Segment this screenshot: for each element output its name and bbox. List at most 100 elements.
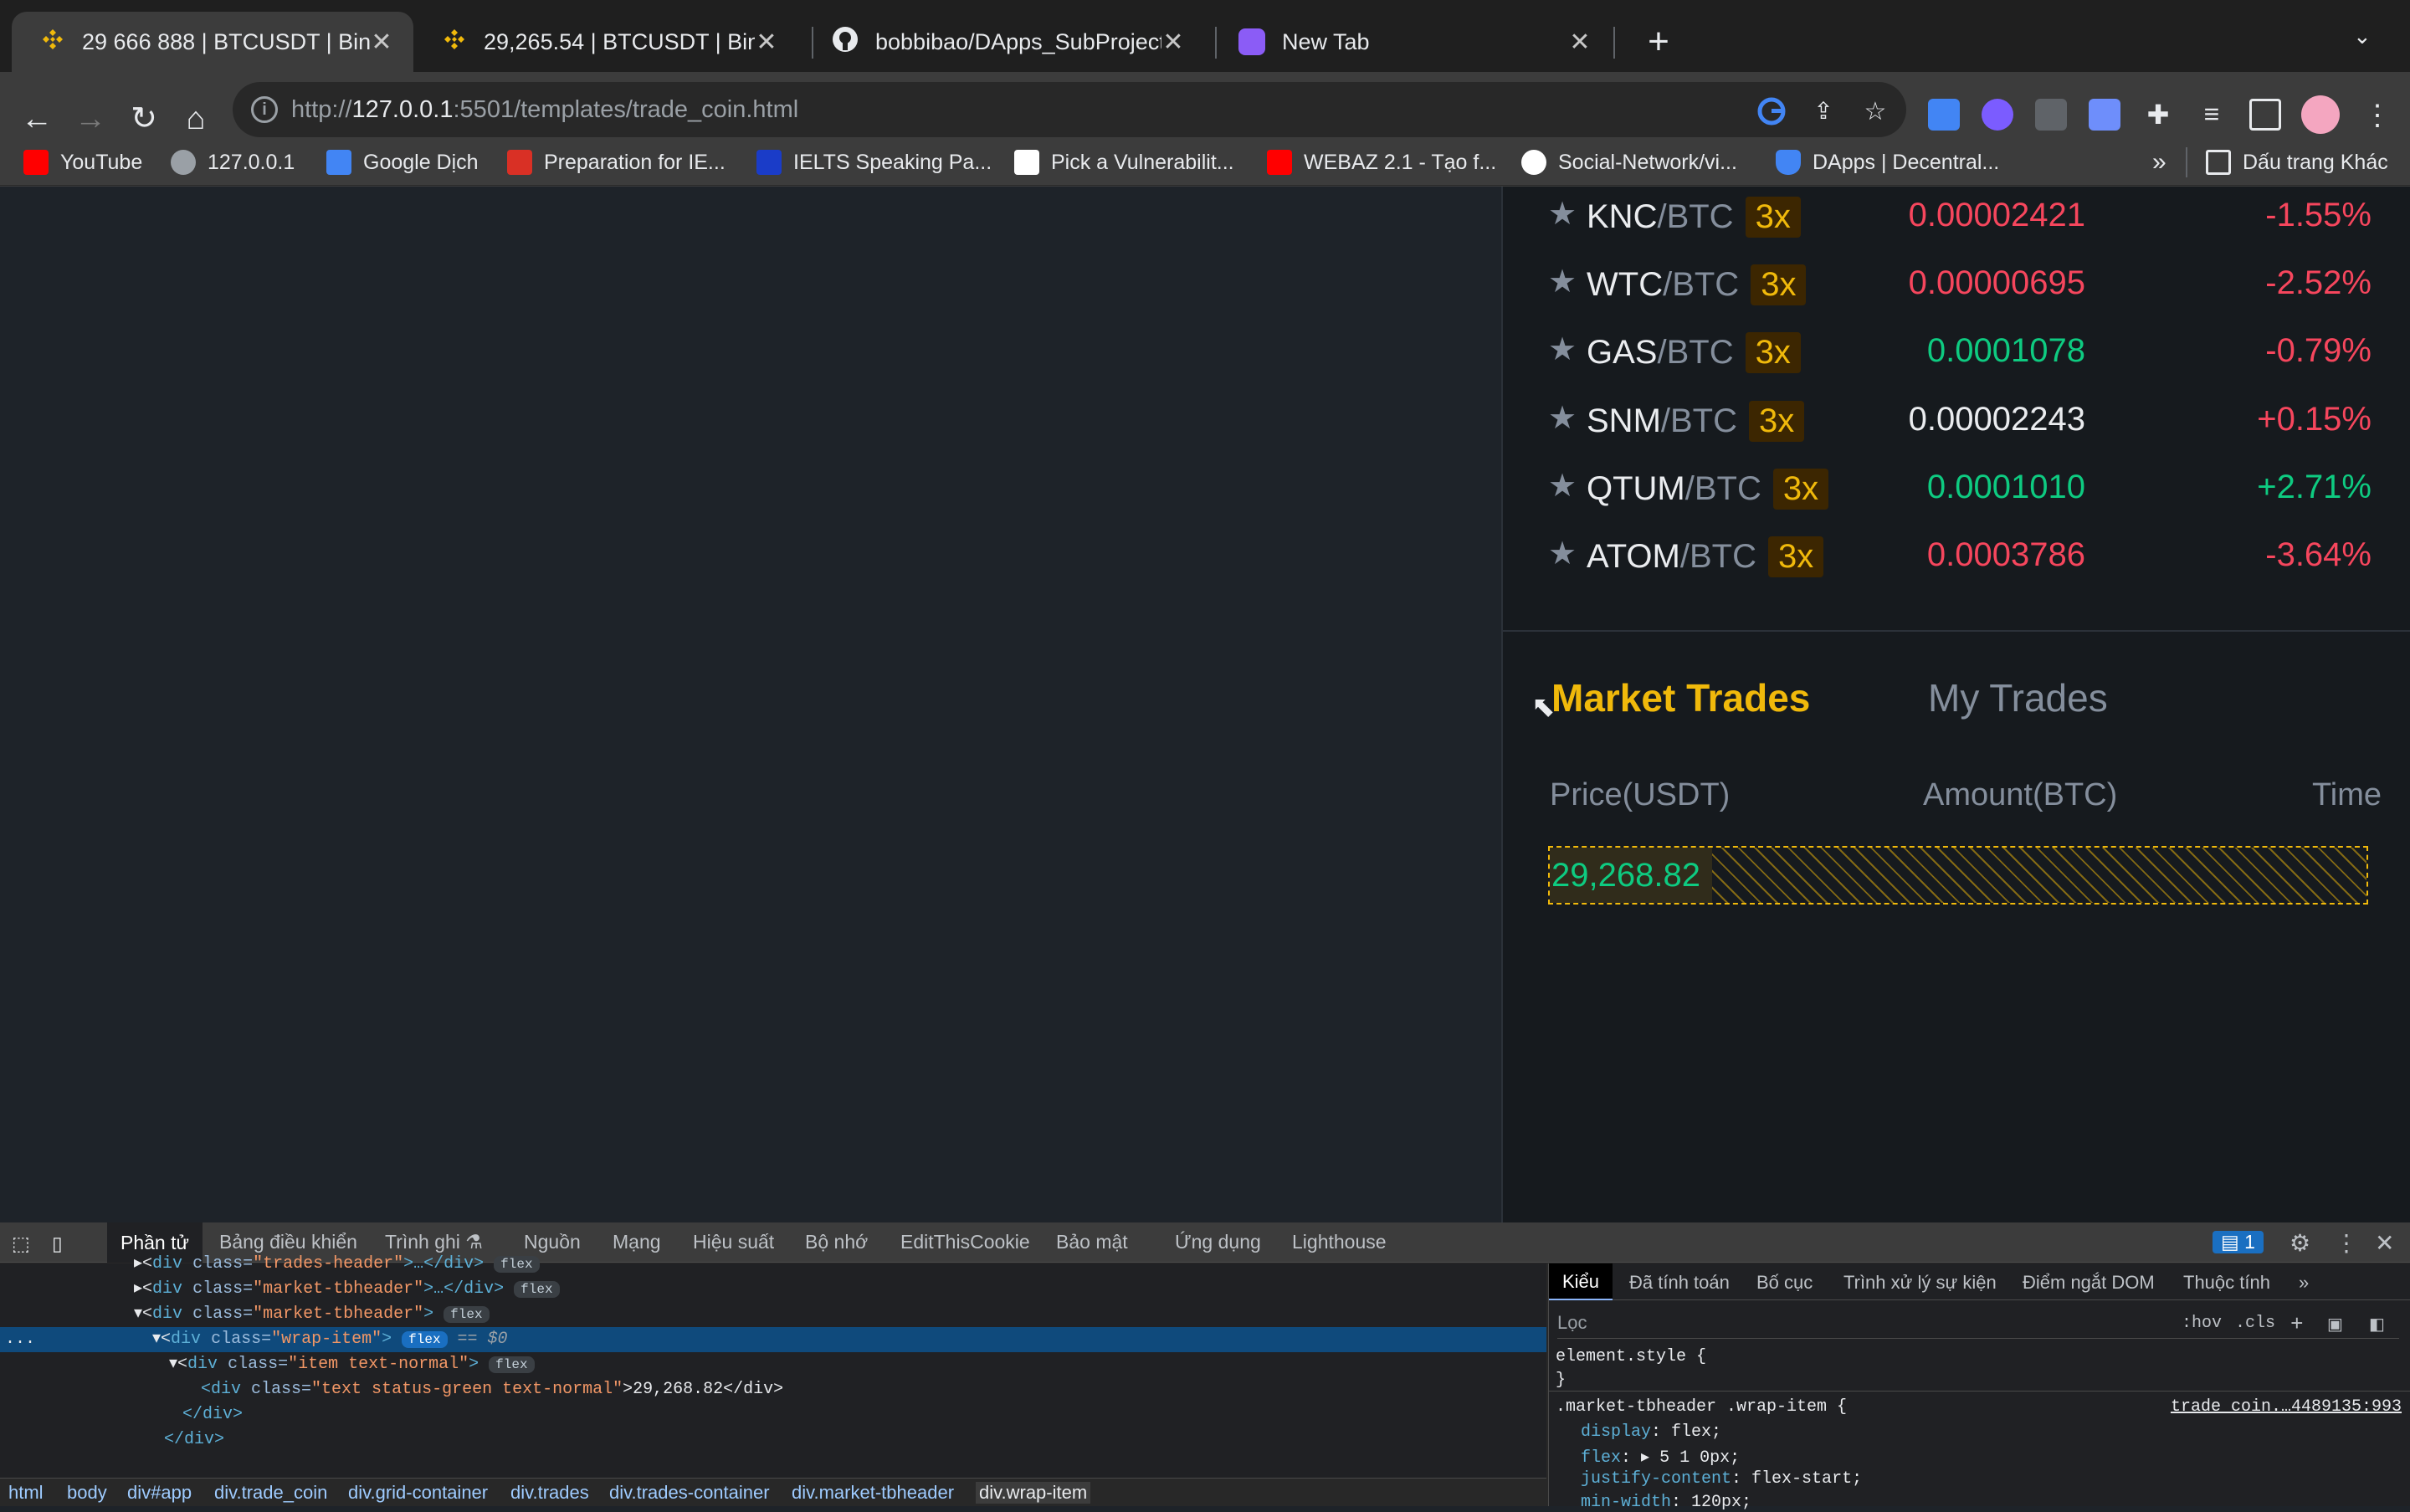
breadcrumb-item[interactable]: div.grid-container — [348, 1482, 488, 1504]
market-row[interactable]: ★ GAS/BTC 3x 0.0001078 -0.79% — [1548, 322, 2385, 381]
google-icon[interactable] — [1757, 97, 1786, 126]
devtools-tab-performance[interactable]: Hiệu suất — [693, 1231, 774, 1253]
styles-tab-computed[interactable]: Đã tính toán — [1629, 1272, 1730, 1294]
devtools-tab-application[interactable]: Ứng dụng — [1175, 1231, 1261, 1253]
close-tab-icon[interactable]: ✕ — [370, 28, 393, 57]
breadcrumb-item[interactable]: html — [8, 1482, 44, 1504]
issues-badge[interactable]: ▤ 1 — [2213, 1231, 2264, 1253]
css-declaration[interactable]: min-width: 120px; — [1581, 1493, 1751, 1512]
extensions-puzzle-icon[interactable]: ✚ — [2142, 99, 2174, 131]
bookmark-social-network[interactable]: Social-Network/vi... — [1521, 147, 1737, 177]
devtools-tab-memory[interactable]: Bộ nhớ — [805, 1231, 868, 1253]
rule-source-link[interactable]: trade_coin.…4489135:993 — [2171, 1397, 2402, 1417]
devtools-tab-recorder[interactable]: Trình ghi ⚗ — [385, 1231, 483, 1253]
tab-binance-2[interactable]: 29,265.54 | BTCUSDT | Binan ✕ — [413, 12, 798, 72]
devtools-menu-icon[interactable]: ⋮ — [2335, 1229, 2358, 1257]
dom-node[interactable]: ▾<div class="market-tbheader"> flex — [134, 1302, 490, 1327]
paint-icon[interactable]: ▣ — [2327, 1314, 2343, 1335]
class-toggle[interactable]: .cls — [2235, 1314, 2275, 1333]
new-tab-button[interactable]: + — [1635, 18, 1682, 65]
home-button[interactable]: ⌂ — [172, 95, 219, 142]
settings-gear-icon[interactable]: ⚙ — [2290, 1229, 2310, 1257]
market-row[interactable]: ★ WTC/BTC 3x 0.00000695 -2.52% — [1548, 254, 2385, 313]
market-row[interactable]: ★ KNC/BTC 3x 0.00002421 -1.55% — [1548, 187, 2385, 245]
media-control-icon[interactable]: ≡ — [2196, 99, 2228, 131]
tab-my-trades[interactable]: My Trades — [1928, 675, 2108, 720]
breadcrumb-item[interactable]: div.trade_coin — [214, 1482, 327, 1504]
tab-market-trades[interactable]: Market Trades — [1551, 675, 1810, 720]
bookmark-star-icon[interactable]: ☆ — [1861, 97, 1890, 126]
bookmark-webaz[interactable]: WEBAZ 2.1 - Tạo f... — [1267, 147, 1496, 177]
bookmarks-overflow-button[interactable]: » — [2152, 147, 2166, 177]
rule-selector[interactable]: .market-tbheader .wrap-item { — [1556, 1397, 1847, 1417]
bookmark-localhost[interactable]: 127.0.0.1 — [171, 147, 295, 177]
star-icon[interactable]: ★ — [1548, 399, 1577, 437]
star-icon[interactable]: ★ — [1548, 535, 1577, 572]
back-button[interactable]: ← — [13, 95, 60, 142]
dom-node[interactable]: ▾<div class="item text-normal"> flex — [169, 1352, 535, 1377]
devtools-tab-console[interactable]: Bảng điều khiển — [219, 1231, 357, 1253]
device-toolbar-icon[interactable]: ▯ — [52, 1233, 63, 1255]
dom-node[interactable]: <div class="text status-green text-norma… — [201, 1377, 783, 1402]
market-row[interactable]: ★ ATOM/BTC 3x 0.0003786 -3.64% — [1548, 526, 2385, 585]
other-bookmarks-folder[interactable]: Dấu trang Khác — [2206, 147, 2388, 177]
tab-github[interactable]: bobbibao/DApps_SubProject ✕ — [803, 12, 1205, 72]
close-devtools-icon[interactable]: ✕ — [2375, 1229, 2394, 1257]
breadcrumb-item[interactable]: body — [67, 1482, 107, 1504]
extension-tools-icon[interactable] — [2089, 99, 2120, 131]
tab-new-tab[interactable]: New Tab ✕ — [1210, 12, 1612, 72]
close-tab-icon[interactable]: ✕ — [1161, 28, 1185, 57]
side-panel-icon[interactable] — [2249, 99, 2281, 131]
styles-tab-layout[interactable]: Bố cục — [1756, 1272, 1813, 1294]
styles-tab-dom-breakpoints[interactable]: Điểm ngắt DOM — [2023, 1272, 2155, 1294]
breadcrumb-item[interactable]: div.market-tbheader — [792, 1482, 954, 1504]
tab-binance-1[interactable]: 29 666 888 | BTCUSDT | Binan ✕ — [12, 12, 413, 72]
star-icon[interactable]: ★ — [1548, 467, 1577, 505]
bookmark-youtube[interactable]: YouTube — [23, 147, 142, 177]
extension-face-icon[interactable] — [1982, 99, 2013, 131]
star-icon[interactable]: ★ — [1548, 195, 1577, 233]
devtools-tab-lighthouse[interactable]: Lighthouse — [1292, 1231, 1387, 1253]
address-bar[interactable]: i http://127.0.0.1:5501/templates/trade_… — [233, 82, 1906, 137]
menu-kebab-icon[interactable]: ⋮ — [2361, 99, 2393, 131]
css-declaration[interactable]: justify-content: flex-start; — [1581, 1469, 1862, 1489]
forward-button[interactable]: → — [67, 95, 114, 142]
hover-state-toggle[interactable]: :hov — [2182, 1314, 2222, 1333]
dom-node-selected[interactable]: ... ▾<div class="wrap-item"> flex == $0 — [0, 1327, 1546, 1352]
dom-node[interactable]: ▸<div class="trades-header">…</div> flex — [134, 1252, 540, 1277]
dom-node[interactable]: ▸<div class="market-tbheader">…</div> fl… — [134, 1277, 560, 1302]
styles-tab-event-listeners[interactable]: Trình xử lý sự kiện — [1843, 1272, 1997, 1294]
breadcrumb-item[interactable]: div#app — [127, 1482, 192, 1504]
css-declaration[interactable]: flex: ▸ 5 1 0px; — [1581, 1446, 1740, 1468]
dom-node[interactable]: </div> — [164, 1427, 224, 1453]
share-icon[interactable]: ⇪ — [1809, 97, 1838, 126]
market-row[interactable]: ★ QTUM/BTC 3x 0.0001010 +2.71% — [1548, 459, 2385, 517]
translate-extension-icon[interactable] — [1928, 99, 1960, 131]
breadcrumb-item-active[interactable]: div.wrap-item — [976, 1482, 1091, 1504]
dom-node[interactable]: </div> — [182, 1402, 243, 1427]
breadcrumb-item[interactable]: div.trades-container — [609, 1482, 770, 1504]
reload-button[interactable]: ↻ — [120, 95, 167, 142]
site-info-icon[interactable]: i — [251, 96, 278, 123]
devtools-tab-sources[interactable]: Nguồn — [524, 1231, 581, 1253]
new-rule-button[interactable]: + — [2290, 1312, 2304, 1337]
bookmark-ielts-prep[interactable]: Preparation for IE... — [507, 147, 726, 177]
styles-more-icon[interactable]: » — [2299, 1272, 2309, 1294]
styles-tab-styles[interactable]: Kiểu — [1549, 1263, 1613, 1300]
extension-text-icon[interactable] — [2035, 99, 2067, 131]
star-icon[interactable]: ★ — [1548, 331, 1577, 368]
bookmark-dapps[interactable]: DApps | Decentral... — [1776, 147, 1999, 177]
tab-search-icon[interactable]: ⌄ — [2353, 23, 2372, 49]
bookmark-vulnerability[interactable]: Pick a Vulnerabilit... — [1014, 147, 1234, 177]
star-icon[interactable]: ★ — [1548, 263, 1577, 300]
css-declaration[interactable]: display: flex; — [1581, 1422, 1721, 1442]
devtools-tab-network[interactable]: Mạng — [613, 1231, 661, 1253]
inspect-element-icon[interactable]: ⬚ — [12, 1233, 30, 1255]
styles-tab-properties[interactable]: Thuộc tính — [2183, 1272, 2270, 1294]
profile-avatar[interactable] — [2301, 95, 2340, 134]
devtools-tab-security[interactable]: Bảo mật — [1056, 1231, 1128, 1253]
bookmark-google-translate[interactable]: Google Dịch — [326, 147, 479, 177]
breadcrumb-item[interactable]: div.trades — [510, 1482, 589, 1504]
devtools-tab-editthiscookie[interactable]: EditThisCookie — [900, 1231, 1030, 1253]
sidebar-toggle-icon[interactable]: ◧ — [2369, 1314, 2385, 1335]
